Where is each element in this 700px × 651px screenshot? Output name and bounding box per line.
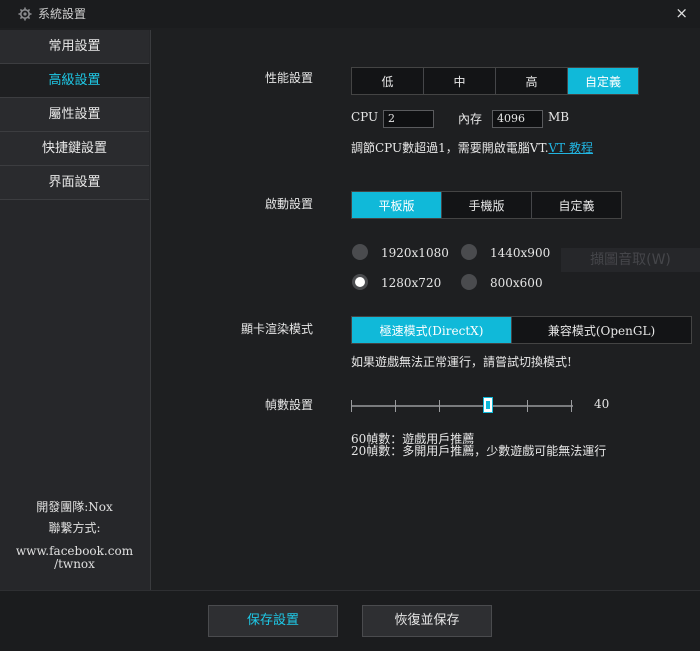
fps-tick bbox=[351, 400, 352, 412]
startup-options: 平板版 手機版 自定義 bbox=[351, 191, 622, 219]
radio-800x600[interactable] bbox=[461, 274, 477, 290]
fps-note-20: 20幀數：多開用戶推薦，少數遊戲可能無法運行 bbox=[351, 444, 607, 458]
fps-tick bbox=[395, 400, 396, 412]
memory-input[interactable]: 4096 bbox=[492, 110, 543, 128]
cpu-label: CPU bbox=[351, 110, 379, 124]
fps-tick bbox=[439, 400, 440, 412]
performance-label: 性能設置 bbox=[265, 71, 314, 85]
fps-tick bbox=[527, 400, 528, 412]
vt-note-text: 調節CPU數超過1，需要開啟電腦VT. bbox=[351, 141, 549, 155]
restore-save-button[interactable]: 恢復並保存 bbox=[362, 605, 492, 637]
contact-url-line1: www.facebook.com bbox=[15, 544, 134, 558]
radio-1920x1080[interactable] bbox=[352, 244, 368, 260]
render-option-directx[interactable]: 極速模式(DirectX) bbox=[352, 317, 512, 343]
perf-option-mid[interactable]: 中 bbox=[424, 68, 496, 94]
window-title: 系統設置 bbox=[38, 7, 87, 21]
close-button[interactable]: × bbox=[675, 4, 688, 22]
sidebar-item-advanced[interactable]: 高級設置 bbox=[0, 64, 150, 98]
save-button[interactable]: 保存設置 bbox=[208, 605, 338, 637]
fps-tick bbox=[571, 400, 572, 412]
vt-note: 調節CPU數超過1，需要開啟電腦VT.VT 教程 bbox=[351, 139, 593, 156]
sidebar-item-shortcuts[interactable]: 快捷鍵設置 bbox=[0, 132, 149, 166]
footer-bar: 保存設置 恢復並保存 bbox=[0, 590, 700, 651]
fps-label: 幀數設置 bbox=[265, 398, 314, 412]
memory-label: 內存 bbox=[458, 112, 483, 126]
perf-option-high[interactable]: 高 bbox=[496, 68, 568, 94]
dev-team: 開發團隊:Nox bbox=[36, 500, 113, 514]
memory-unit: MB bbox=[548, 110, 570, 124]
fps-slider-thumb[interactable] bbox=[483, 397, 493, 413]
resolution-800x600-label: 800x600 bbox=[490, 276, 543, 290]
startup-option-phone[interactable]: 手機版 bbox=[442, 192, 532, 218]
gear-icon bbox=[18, 7, 32, 21]
radio-1280x720[interactable] bbox=[352, 274, 368, 290]
sidebar-item-properties[interactable]: 屬性設置 bbox=[0, 98, 149, 132]
fps-slider-track[interactable] bbox=[351, 405, 573, 407]
sidebar-item-interface[interactable]: 界面設置 bbox=[0, 166, 149, 200]
render-options: 極速模式(DirectX) 兼容模式(OpenGL) bbox=[351, 316, 692, 344]
resolution-1280x720-label: 1280x720 bbox=[381, 276, 442, 290]
sidebar: 常用設置 高級設置 屬性設置 快捷鍵設置 界面設置 開發團隊:Nox 聯繫方式:… bbox=[0, 30, 151, 590]
perf-option-low[interactable]: 低 bbox=[352, 68, 424, 94]
cpu-input[interactable]: 2 bbox=[383, 110, 434, 128]
perf-option-custom[interactable]: 自定義 bbox=[568, 68, 638, 94]
startup-label: 啟動設置 bbox=[265, 197, 314, 211]
resolution-1440x900-label: 1440x900 bbox=[490, 246, 551, 260]
ghost-overlay-text: 擷圖音取(W) bbox=[561, 248, 700, 272]
startup-option-custom[interactable]: 自定義 bbox=[532, 192, 621, 218]
fps-value: 40 bbox=[594, 397, 610, 411]
startup-option-tablet[interactable]: 平板版 bbox=[352, 192, 442, 218]
contact-label: 聯繫方式: bbox=[48, 521, 101, 535]
render-label: 顯卡渲染模式 bbox=[241, 322, 314, 336]
title-bar: 系統設置 × bbox=[0, 0, 700, 28]
render-option-opengl[interactable]: 兼容模式(OpenGL) bbox=[512, 317, 691, 343]
resolution-1920x1080-label: 1920x1080 bbox=[381, 246, 449, 260]
sidebar-item-common[interactable]: 常用設置 bbox=[0, 30, 149, 64]
render-note: 如果遊戲無法正常運行，請嘗試切換模式! bbox=[351, 355, 572, 369]
radio-1440x900[interactable] bbox=[461, 244, 477, 260]
contact-url-line2: /twnox bbox=[54, 557, 95, 571]
performance-options: 低 中 高 自定義 bbox=[351, 67, 639, 95]
vt-tutorial-link[interactable]: VT 教程 bbox=[549, 141, 594, 155]
